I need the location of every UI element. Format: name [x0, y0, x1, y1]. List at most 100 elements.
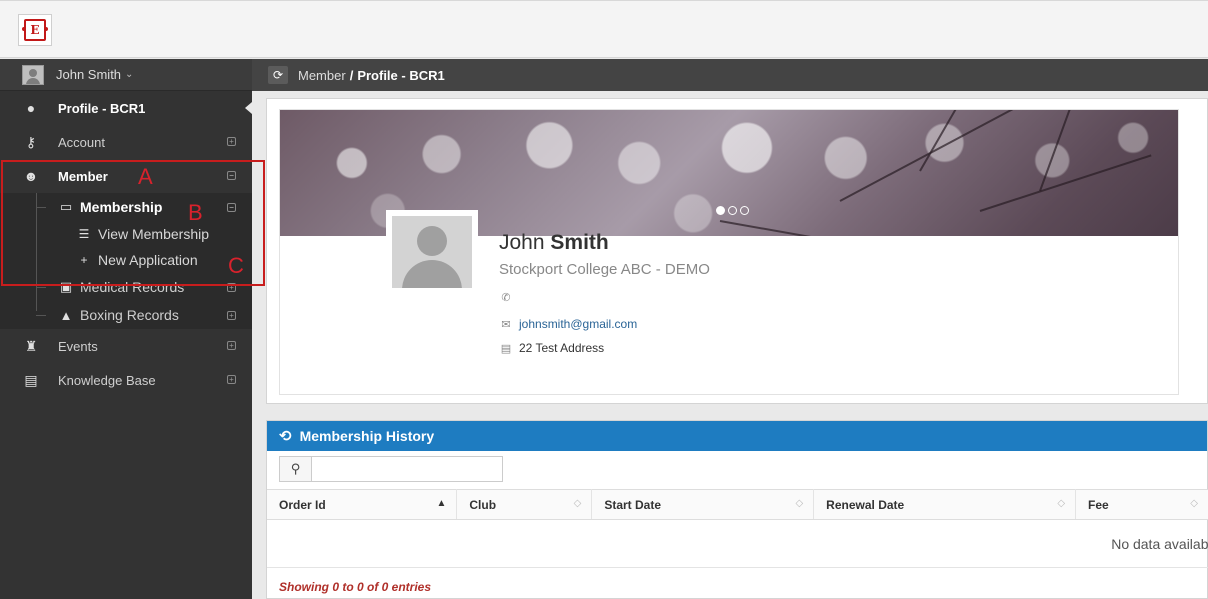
sidebar-item-profile[interactable]: ● Profile - BCR1	[0, 91, 252, 125]
column-header-renewal-date[interactable]: Renewal Date ◇	[813, 489, 1077, 520]
membership-history-panel: ⟲ Membership History ⚲ Order Id ▲ Club ◇…	[266, 420, 1208, 599]
breadcrumb-current: Profile - BCR1	[357, 67, 445, 83]
carousel-dot[interactable]	[728, 206, 737, 215]
column-label: Start Date	[604, 497, 661, 512]
membership-table: Order Id ▲ Club ◇ Start Date ◇ Renewal D…	[267, 489, 1208, 568]
crest-icon: E	[24, 19, 46, 41]
profile-phone: ✆	[499, 291, 519, 304]
refresh-icon[interactable]: ⟳	[268, 66, 288, 84]
collapse-icon[interactable]: −	[227, 203, 236, 212]
sidebar-item-membership[interactable]: ▭ Membership −	[0, 193, 252, 221]
sidebar-item-account[interactable]: ⚷ Account +	[0, 125, 252, 159]
column-header-fee[interactable]: Fee ◇	[1075, 489, 1208, 520]
breadcrumb-separator: /	[349, 67, 354, 83]
chevron-down-icon: ⌄	[125, 69, 134, 80]
carousel-indicators	[716, 206, 749, 215]
book-icon: ▤	[24, 371, 38, 388]
book-icon: ▤	[500, 342, 512, 355]
profile-address: ▤ 22 Test Address	[499, 341, 604, 355]
sidebar-item-label: New Application	[98, 252, 198, 268]
sidebar: John Smith ⌄ ● Profile - BCR1 ⚷ Account …	[0, 59, 252, 599]
history-icon: ⟲	[279, 428, 292, 445]
expand-icon[interactable]: +	[227, 283, 236, 292]
key-icon: ⚷	[25, 133, 37, 150]
profile-email[interactable]: ✉ johnsmith@gmail.com	[499, 317, 637, 331]
sidebar-item-member[interactable]: ☻ Member −	[0, 159, 252, 193]
search-box: ⚲	[279, 456, 503, 482]
carousel-dot[interactable]	[716, 206, 725, 215]
expand-icon[interactable]: +	[227, 341, 236, 350]
sidebar-item-label: Membership	[80, 199, 163, 215]
membership-history-header: ⟲ Membership History	[267, 421, 1207, 451]
panel-title: Membership History	[299, 428, 435, 444]
first-name: John	[499, 231, 545, 254]
phone-icon: ✆	[501, 292, 511, 304]
expand-icon[interactable]: +	[227, 137, 236, 146]
profile-name: John Smith	[499, 231, 609, 255]
users-icon: ☻	[23, 168, 39, 184]
profile-college: Stockport College ABC - DEMO	[499, 261, 710, 278]
search-input[interactable]	[312, 457, 502, 481]
sidebar-item-label: Medical Records	[80, 279, 185, 295]
list-icon: ☰	[78, 227, 90, 241]
search-icon[interactable]: ⚲	[280, 457, 312, 481]
sidebar-item-label: View Membership	[98, 226, 210, 242]
bell-icon: ▲	[59, 307, 73, 323]
table-info: Showing 0 to 0 of 0 entries	[279, 580, 432, 594]
address-value: 22 Test Address	[519, 341, 605, 355]
sort-icon: ◇	[573, 498, 582, 509]
user-menu[interactable]: John Smith ⌄	[0, 59, 252, 91]
envelope-icon: ✉	[501, 318, 511, 331]
card-icon: ▭	[59, 199, 73, 214]
empty-table-message: No data availab	[267, 519, 1208, 568]
column-label: Order Id	[279, 497, 326, 512]
profile-card	[279, 109, 1179, 395]
sidebar-item-label: Account	[58, 134, 105, 150]
avatar-placeholder-icon	[392, 216, 472, 288]
club-logo[interactable]: E	[18, 14, 52, 46]
collapse-icon[interactable]: −	[227, 171, 236, 180]
sidebar-item-knowledge-base[interactable]: ▤ Knowledge Base +	[0, 363, 252, 397]
user-name: John Smith	[56, 67, 122, 82]
breadcrumb-parent[interactable]: Member	[298, 68, 346, 83]
trophy-icon: ♜	[24, 337, 38, 354]
carousel-dot[interactable]	[740, 206, 749, 215]
top-bar: E	[0, 0, 1208, 58]
sort-icon: ◇	[1190, 498, 1198, 509]
avatar	[22, 64, 44, 85]
sidebar-item-label: Knowledge Base	[58, 372, 156, 388]
annotation-letter-a: A	[138, 164, 153, 189]
user-icon: ●	[26, 100, 36, 116]
expand-icon[interactable]: +	[227, 375, 236, 384]
column-label: Renewal Date	[826, 497, 905, 512]
sidebar-item-events[interactable]: ♜ Events +	[0, 329, 252, 363]
sidebar-item-label: Boxing Records	[80, 307, 179, 323]
sort-icon: ◇	[1057, 498, 1066, 509]
sidebar-item-label: Profile - BCR1	[58, 100, 146, 116]
sidebar-item-label: Member	[58, 168, 108, 184]
profile-avatar[interactable]	[386, 210, 478, 294]
sidebar-item-medical-records[interactable]: ▣ Medical Records +	[0, 273, 252, 301]
sort-icon: ◇	[795, 498, 804, 509]
sidebar-item-new-application[interactable]: + New Application	[0, 247, 252, 273]
column-header-club[interactable]: Club ◇	[456, 489, 593, 520]
column-label: Club	[469, 497, 497, 512]
search-row: ⚲	[267, 451, 1207, 489]
medkit-icon: ▣	[59, 279, 73, 294]
breadcrumb: ⟳ Member / Profile - BCR1	[252, 59, 1208, 91]
email-value[interactable]: johnsmith@gmail.com	[519, 317, 637, 331]
sidebar-item-view-membership[interactable]: ☰ View Membership	[0, 221, 252, 247]
last-name: Smith	[550, 231, 609, 254]
profile-panel: John Smith Stockport College ABC - DEMO …	[266, 98, 1208, 404]
column-header-order-id[interactable]: Order Id ▲	[267, 489, 458, 520]
column-header-start-date[interactable]: Start Date ◇	[591, 489, 815, 520]
sort-asc-icon: ▲	[436, 498, 447, 509]
annotation-letter-b: B	[188, 200, 203, 225]
column-label: Fee	[1088, 497, 1109, 512]
sidebar-item-boxing-records[interactable]: ▲ Boxing Records +	[0, 301, 252, 329]
expand-icon[interactable]: +	[227, 311, 236, 320]
annotation-letter-c: C	[228, 253, 244, 278]
member-submenu: ▭ Membership − ☰ View Membership + New A…	[0, 193, 252, 329]
plus-icon: +	[80, 253, 88, 267]
sidebar-item-label: Events	[58, 338, 98, 354]
